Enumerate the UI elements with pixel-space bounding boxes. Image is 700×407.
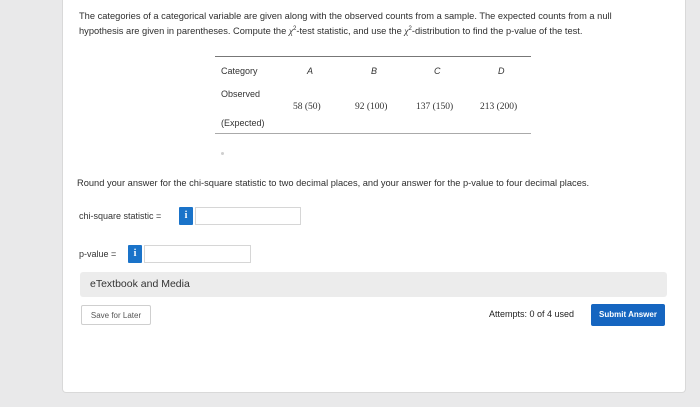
question-line-2b: -test statistic, and use the — [296, 26, 405, 37]
divider-dot — [221, 152, 224, 155]
etextbook-media-label: eTextbook and Media — [90, 278, 190, 290]
header-category: Category — [221, 66, 258, 76]
row-label-expected: (Expected) — [221, 118, 265, 128]
chi-square-input[interactable] — [195, 207, 301, 225]
value-d: 213 (200) — [480, 102, 518, 112]
question-line-2a: hypothesis are given in parentheses. Com… — [79, 26, 289, 37]
header-category-b: B — [371, 66, 378, 76]
p-value-input[interactable] — [144, 245, 251, 263]
chi-square-info-icon[interactable]: i — [179, 207, 193, 225]
value-c: 137 (150) — [416, 102, 454, 112]
question-line-2: hypothesis are given in parentheses. Com… — [79, 23, 675, 39]
question-line-1: The categories of a categorical variable… — [79, 11, 612, 21]
value-a: 58 (50) — [293, 102, 321, 112]
save-for-later-button[interactable]: Save for Later — [81, 305, 151, 325]
p-value-info-icon[interactable]: i — [128, 245, 142, 263]
question-card: The categories of a categorical variable… — [62, 0, 686, 393]
etextbook-media-bar[interactable]: eTextbook and Media — [80, 272, 667, 297]
table-bottom-rule — [215, 133, 531, 134]
rounding-instructions: Round your answer for the chi-square sta… — [77, 178, 590, 188]
header-category-c: C — [434, 66, 441, 76]
submit-answer-button[interactable]: Submit Answer — [591, 304, 665, 326]
question-line-2c: -distribution to find the p-value of the… — [411, 26, 583, 37]
p-value-label: p-value = — [79, 249, 117, 259]
value-b: 92 (100) — [355, 102, 388, 112]
table-top-rule — [215, 56, 531, 57]
data-table: Category A B C D Observed 58 (50) 92 (10… — [215, 56, 531, 134]
question-text: The categories of a categorical variable… — [79, 10, 675, 39]
chi-square-label: chi-square statistic = — [79, 211, 162, 221]
header-category-d: D — [498, 66, 505, 76]
attempts-counter: Attempts: 0 of 4 used — [489, 309, 575, 319]
row-label-observed: Observed — [221, 89, 261, 99]
header-category-a: A — [307, 66, 314, 76]
